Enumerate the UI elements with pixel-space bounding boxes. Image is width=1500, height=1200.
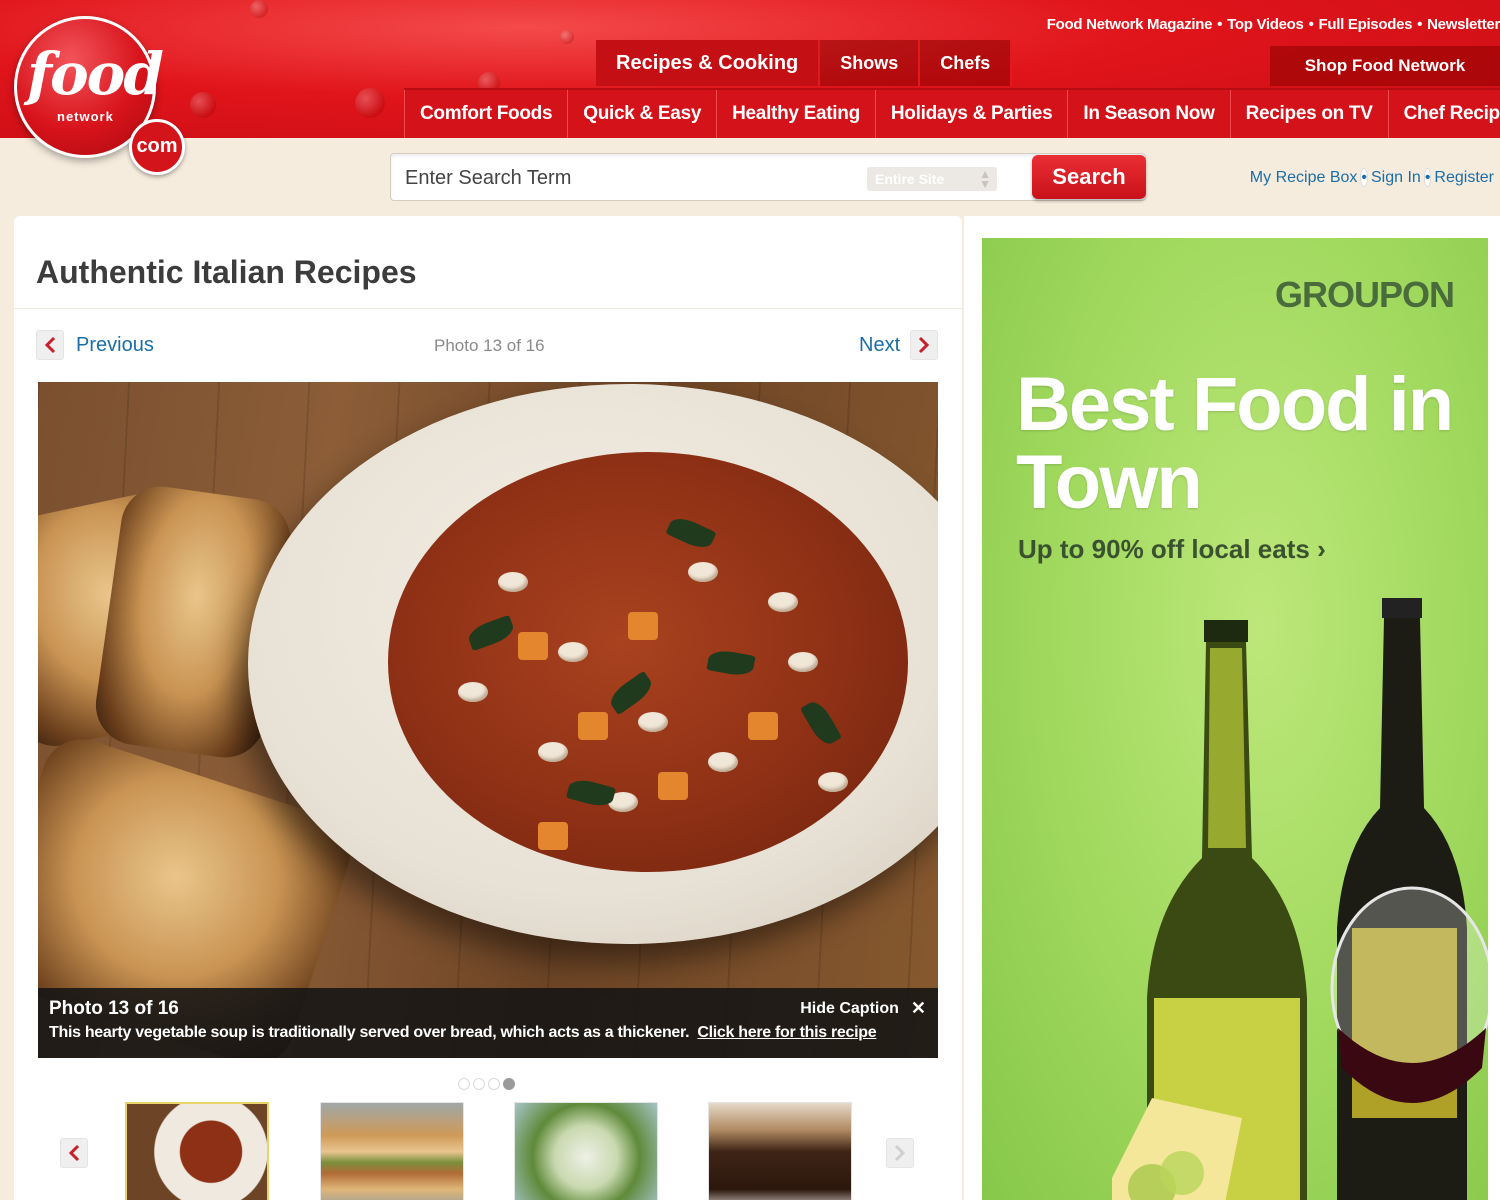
sub-nav-chef-recipes[interactable]: Chef Recipes <box>1387 90 1500 138</box>
shop-food-network-tab[interactable]: Shop Food Network <box>1270 46 1500 86</box>
top-links: Food Network Magazine • Top Videos • Full Ep… <box>1046 16 1500 33</box>
pager-dot[interactable] <box>473 1078 485 1090</box>
groupon-ad[interactable]: GROUPON Best Food in Town Up to 90% off … <box>982 238 1488 1200</box>
site-header: Food Network Magazine • Top Videos • Full Ep… <box>0 0 1500 138</box>
chevron-left-icon <box>68 1144 80 1162</box>
caption-title: Photo 13 of 16 <box>49 998 179 1019</box>
search-input[interactable] <box>405 164 845 192</box>
logo-wordmark: food <box>27 40 164 108</box>
wine-bottles-illustration <box>1112 598 1488 1200</box>
close-icon: ✕ <box>910 998 926 1018</box>
main-tabs: Recipes & Cooking Shows Chefs <box>596 40 1013 86</box>
updown-arrows-icon: ▲ ▼ <box>979 167 991 191</box>
ad-brand-logo: GROUPON <box>1274 274 1455 315</box>
top-link-episodes[interactable]: Full Episodes <box>1319 16 1413 33</box>
hide-caption-button[interactable]: Hide Caption ✕ <box>800 998 926 1019</box>
page-title: Authentic Italian Recipes <box>36 254 417 290</box>
vegetable-soup <box>388 452 908 872</box>
previous-label: Previous <box>76 333 154 356</box>
search-scope-select[interactable]: Entire Site ▲ ▼ <box>867 167 997 191</box>
divider <box>14 308 962 309</box>
food-network-logo[interactable]: food network com <box>14 16 185 175</box>
pager-dot[interactable] <box>458 1078 470 1090</box>
pager-dots <box>458 1078 515 1090</box>
sub-nav: Comfort Foods Quick & Easy Healthy Eatin… <box>404 88 1500 138</box>
next-photo-link[interactable]: Next <box>859 330 939 360</box>
chevron-right-icon <box>894 1144 906 1162</box>
thumbnail-soup[interactable] <box>125 1102 269 1200</box>
sub-nav-holidays-parties[interactable]: Holidays & Parties <box>874 90 1067 138</box>
decorative-bubble <box>250 0 268 18</box>
decorative-bubble <box>560 30 574 44</box>
chevron-left-icon <box>36 330 64 360</box>
sub-nav-healthy-eating[interactable]: Healthy Eating <box>716 90 875 138</box>
sub-nav-in-season-now[interactable]: In Season Now <box>1067 90 1229 138</box>
search-row: Entire Site ▲▼ Search My Recipe Box•Sign… <box>0 138 1500 216</box>
search-scope-value: Entire Site <box>875 171 945 187</box>
top-link-videos[interactable]: Top Videos <box>1227 16 1304 33</box>
gallery-panel: Authentic Italian Recipes Previous Photo… <box>14 216 962 1200</box>
register-link[interactable]: Register <box>1434 169 1494 186</box>
logo-com-badge: com <box>129 119 185 175</box>
search-box: Entire Site ▲▼ Search <box>390 153 1146 201</box>
tab-shows[interactable]: Shows <box>820 40 921 86</box>
decorative-bubble <box>355 88 385 118</box>
caption-text: This hearty vegetable soup is traditiona… <box>49 1024 690 1041</box>
caption-text-line: This hearty vegetable soup is traditiona… <box>49 1024 877 1042</box>
hide-caption-label: Hide Caption <box>800 999 899 1017</box>
thumbnail-strip <box>14 1102 962 1200</box>
ad-subline: Up to 90% off local eats › <box>1018 534 1326 564</box>
recipe-link[interactable]: Click here for this recipe <box>697 1024 876 1041</box>
logo-network-text: network <box>57 109 114 124</box>
tab-chefs[interactable]: Chefs <box>920 40 1013 86</box>
top-link-newsletter[interactable]: Newsletter <box>1427 16 1500 33</box>
thumbnail-cake[interactable] <box>708 1102 852 1200</box>
sub-nav-recipes-on-tv[interactable]: Recipes on TV <box>1229 90 1388 138</box>
thumbnail-salad[interactable] <box>514 1102 658 1200</box>
chevron-right-icon <box>910 330 939 360</box>
next-label: Next <box>859 333 901 356</box>
tab-recipes-cooking[interactable]: Recipes & Cooking <box>596 40 821 86</box>
ad-headline: Best Food in Town <box>1016 362 1454 525</box>
decorative-bubble <box>190 92 216 118</box>
pager-dot[interactable] <box>488 1078 500 1090</box>
pager-dot-active[interactable] <box>503 1078 515 1090</box>
search-button[interactable]: Search <box>1032 155 1146 199</box>
main-photo-soup[interactable]: Photo 13 of 16 Hide Caption ✕ This heart… <box>38 382 938 1058</box>
ad-panel: GROUPON Best Food in Town Up to 90% off … <box>964 216 1500 1200</box>
thumbnail-sandwich[interactable] <box>320 1102 464 1200</box>
my-recipe-box-link[interactable]: My Recipe Box <box>1250 169 1358 186</box>
sub-nav-quick-easy[interactable]: Quick & Easy <box>567 90 716 138</box>
sub-nav-comfort-foods[interactable]: Comfort Foods <box>404 90 567 138</box>
thumbnails-next-button[interactable] <box>886 1138 914 1168</box>
thumbnails-prev-button[interactable] <box>60 1138 88 1168</box>
top-link-magazine[interactable]: Food Network Magazine <box>1047 16 1213 33</box>
photo-counter: Photo 13 of 16 <box>434 336 545 355</box>
sign-in-link[interactable]: Sign In <box>1371 169 1421 186</box>
photo-caption: Photo 13 of 16 Hide Caption ✕ This heart… <box>38 988 938 1058</box>
previous-photo-link[interactable]: Previous <box>36 330 154 360</box>
account-links: My Recipe Box • Sign In • Register <box>1249 168 1494 187</box>
